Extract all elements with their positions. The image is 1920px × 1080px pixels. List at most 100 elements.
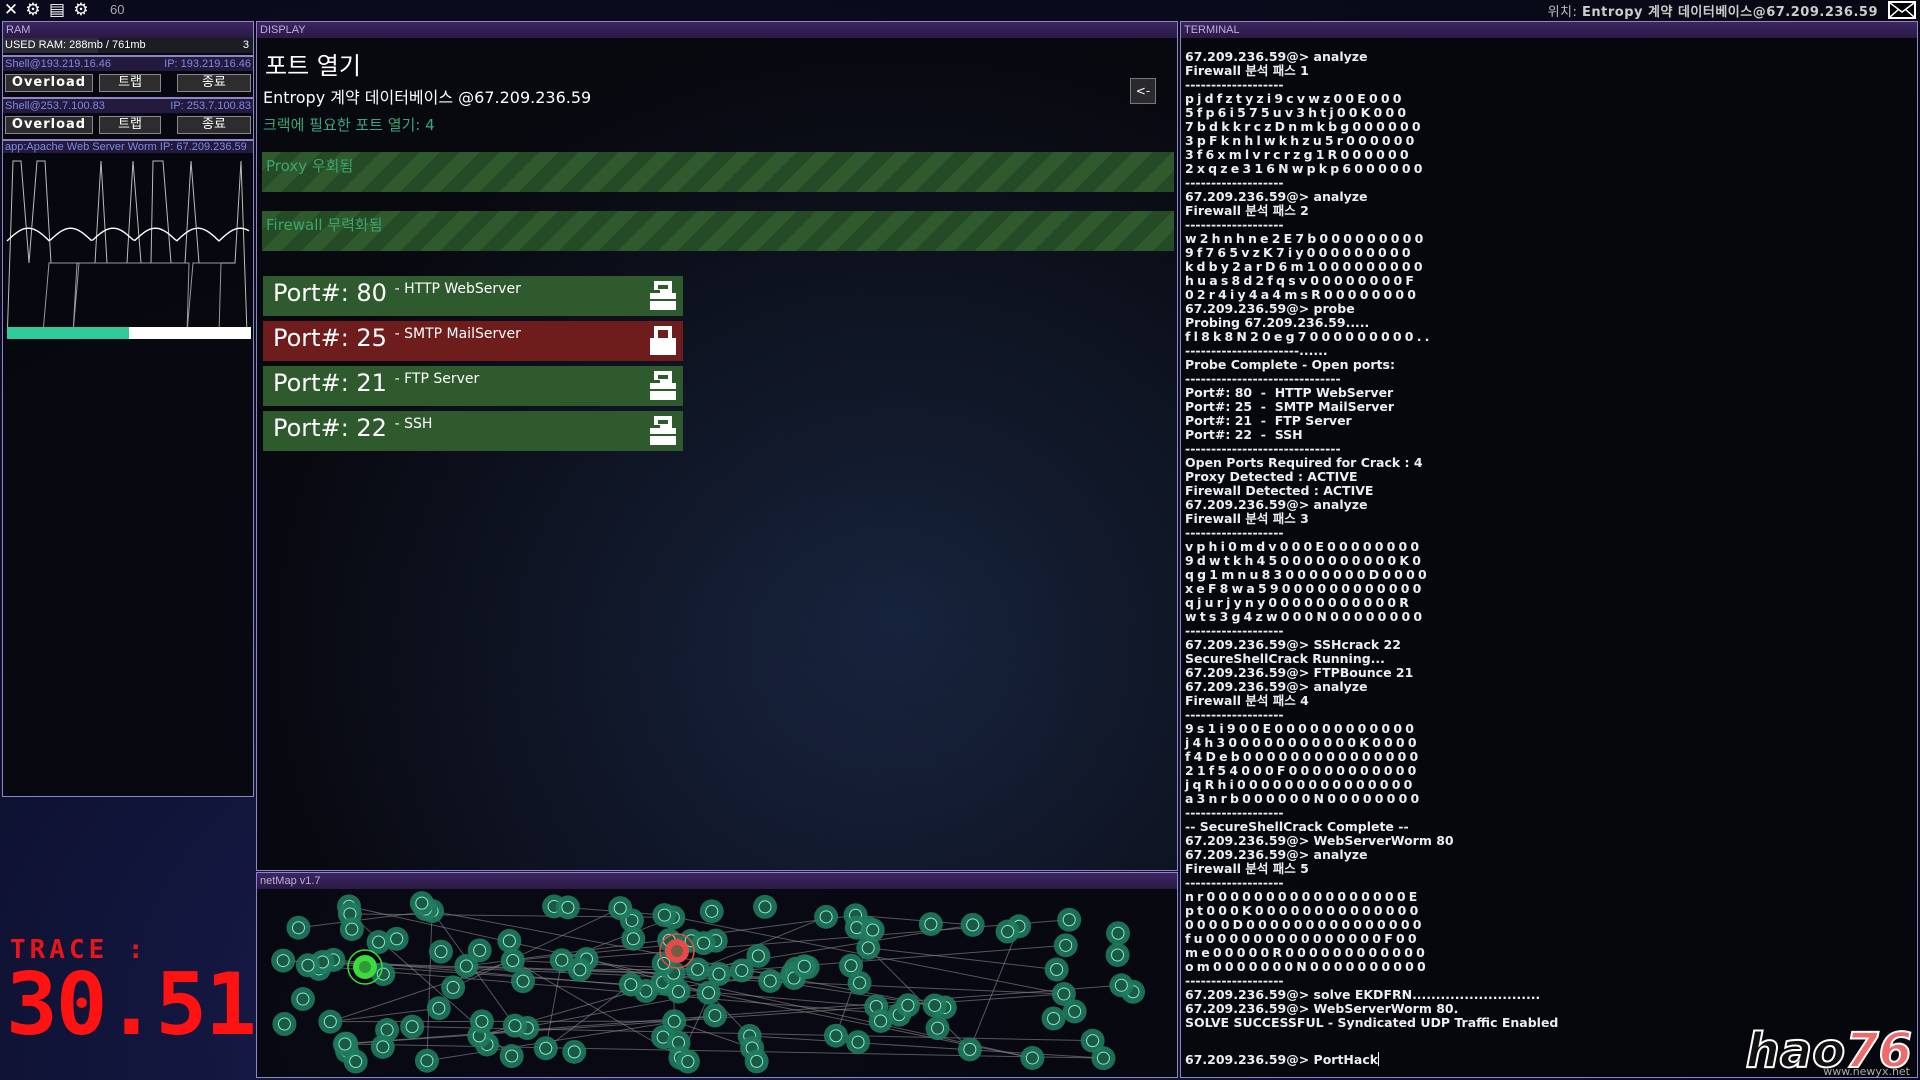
network-node[interactable] — [409, 891, 434, 916]
network-node[interactable] — [792, 954, 817, 979]
terminal-line: ------------------- — [1185, 217, 1284, 232]
settings-icon[interactable]: ⚙ — [72, 1, 90, 19]
network-node[interactable] — [995, 919, 1020, 944]
network-node[interactable] — [295, 953, 320, 978]
port-row-80[interactable]: Port#: 80 - HTTP WebServer — [263, 276, 683, 316]
network-node[interactable] — [691, 931, 716, 956]
terminal-line: fl8k8N20eg7000000000.. — [1185, 329, 1433, 344]
network-node[interactable] — [1051, 981, 1076, 1006]
network-node[interactable] — [428, 939, 453, 964]
overload-button[interactable]: Overload — [5, 74, 93, 92]
network-node[interactable] — [1106, 921, 1131, 946]
save-icon[interactable]: ▤ — [48, 1, 66, 19]
network-node[interactable] — [1041, 1006, 1066, 1031]
network-node[interactable] — [441, 975, 466, 1000]
network-node[interactable] — [272, 1012, 297, 1037]
network-node[interactable] — [846, 1030, 871, 1055]
network-node[interactable] — [555, 895, 580, 920]
network-node[interactable] — [922, 993, 947, 1018]
network-node[interactable] — [744, 1049, 769, 1074]
network-node[interactable] — [918, 912, 943, 937]
network-node[interactable] — [621, 926, 646, 951]
terminal-line: xeF8wa59000000000000 — [1185, 581, 1425, 596]
network-node[interactable] — [675, 1049, 700, 1074]
network-node[interactable] — [1080, 1028, 1105, 1053]
network-node[interactable] — [608, 896, 633, 921]
network-node[interactable] — [271, 948, 296, 973]
port-row-25[interactable]: Port#: 25 - SMTP MailServer — [263, 321, 683, 361]
network-node[interactable] — [960, 912, 985, 937]
network-node[interactable] — [370, 1034, 395, 1059]
network-node[interactable] — [1057, 907, 1082, 932]
terminal-input-value[interactable]: PortHack — [1314, 1052, 1379, 1067]
trap-button[interactable]: 트랩 — [99, 116, 161, 134]
network-node[interactable] — [339, 917, 364, 942]
network-node[interactable] — [706, 962, 731, 987]
network-node[interactable] — [384, 926, 409, 951]
network-node[interactable] — [814, 904, 839, 929]
network-node[interactable] — [1053, 933, 1078, 958]
terminal-line: 67.209.236.59@> analyze — [1185, 189, 1368, 204]
port-row-22[interactable]: Port#: 22 - SSH — [263, 411, 683, 451]
network-node[interactable] — [925, 1016, 950, 1041]
terminal-line: pt000K00000000000000 — [1185, 903, 1422, 918]
end-button[interactable]: 종료 — [177, 116, 251, 134]
network-node[interactable] — [752, 894, 777, 919]
network-node[interactable] — [567, 957, 592, 982]
network-node[interactable] — [562, 1039, 587, 1064]
network-node[interactable] — [860, 917, 885, 942]
network-node[interactable] — [957, 1037, 982, 1062]
network-node[interactable] — [511, 969, 536, 994]
target-node[interactable] — [659, 933, 695, 969]
port-label-wrap: Port#: 25 - SMTP MailServer — [273, 324, 521, 352]
end-button[interactable]: 종료 — [177, 74, 251, 92]
port-service-name: HTTP WebServer — [404, 281, 521, 297]
network-node[interactable] — [332, 1031, 357, 1056]
terminal-line: 2xqze316Nwpkp6000000 — [1185, 161, 1426, 176]
network-node[interactable] — [839, 953, 864, 978]
network-node[interactable] — [895, 993, 920, 1018]
network-node[interactable] — [1044, 957, 1069, 982]
shell-item: Shell@253.7.100.83 IP: 253.7.100.83 Over… — [3, 97, 253, 137]
network-node[interactable] — [685, 957, 710, 982]
close-icon[interactable]: ✕ — [2, 1, 20, 19]
trap-button[interactable]: 트랩 — [99, 74, 161, 92]
network-node[interactable] — [318, 1009, 343, 1034]
ram-header: RAM — [3, 22, 253, 38]
home-node[interactable] — [347, 949, 383, 985]
network-node[interactable] — [426, 996, 451, 1021]
network-node[interactable] — [758, 968, 783, 993]
network-node[interactable] — [500, 948, 525, 973]
network-node[interactable] — [469, 1009, 494, 1034]
network-node[interactable] — [699, 899, 724, 924]
terminal-input[interactable]: 67.209.236.59@> PortHack — [1185, 1052, 1380, 1067]
network-node[interactable] — [652, 903, 677, 928]
network-map[interactable] — [257, 889, 1177, 1077]
network-node[interactable] — [666, 979, 691, 1004]
network-node[interactable] — [502, 1013, 527, 1038]
back-button[interactable]: <- — [1130, 78, 1156, 104]
network-node[interactable] — [729, 958, 754, 983]
port-row-21[interactable]: Port#: 21 - FTP Server — [263, 366, 683, 406]
network-node[interactable] — [1105, 942, 1130, 967]
ports-required: 크랙에 필요한 포트 열기: 4 — [263, 116, 435, 134]
network-node[interactable] — [823, 1023, 848, 1048]
network-node[interactable] — [499, 1044, 524, 1069]
overload-button[interactable]: Overload — [5, 116, 93, 134]
ram-process-count: 3 — [242, 39, 249, 51]
mail-icon[interactable] — [1888, 1, 1916, 19]
port-service-name: SMTP MailServer — [404, 326, 521, 342]
network-node[interactable] — [533, 1036, 558, 1061]
network-node[interactable] — [467, 938, 492, 963]
network-node[interactable] — [1020, 1045, 1045, 1070]
settings-icon[interactable]: ⚙ — [24, 1, 42, 19]
network-node[interactable] — [286, 915, 311, 940]
network-node[interactable] — [1109, 973, 1134, 998]
network-node[interactable] — [662, 1009, 687, 1034]
network-node[interactable] — [400, 1014, 425, 1039]
network-node[interactable] — [618, 972, 643, 997]
network-node[interactable] — [702, 1003, 727, 1028]
network-node[interactable] — [290, 987, 315, 1012]
terminal-line: f4Deb000000000000000 — [1185, 749, 1422, 764]
network-node[interactable] — [414, 1048, 439, 1073]
